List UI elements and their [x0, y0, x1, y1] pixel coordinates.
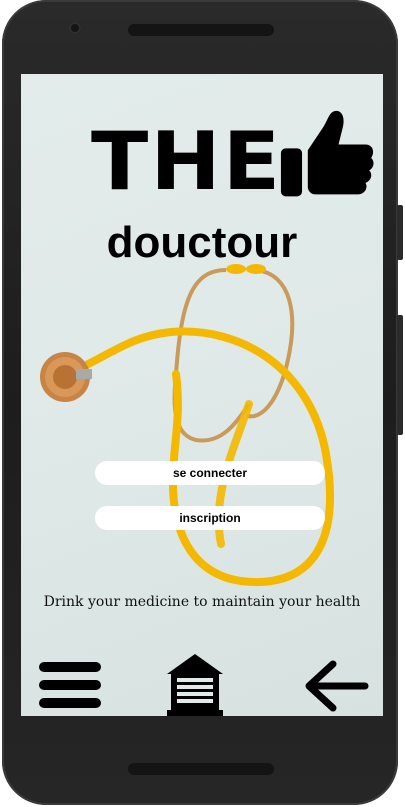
- front-camera: [69, 22, 81, 34]
- tagline-text: Drink your medicine to maintain your hea…: [43, 594, 361, 610]
- menu-icon[interactable]: [39, 660, 103, 712]
- phone-frame: THE douctour se connecter inscription Dr…: [2, 0, 403, 805]
- volume-button: [397, 205, 403, 260]
- earpiece-speaker: [128, 24, 274, 36]
- title-the-text: THE: [91, 115, 283, 208]
- app-screen: THE douctour se connecter inscription Dr…: [21, 74, 383, 716]
- bottom-speaker: [128, 763, 274, 775]
- login-button[interactable]: se connecter: [95, 461, 325, 485]
- signup-button[interactable]: inscription: [95, 506, 325, 530]
- home-icon[interactable]: [165, 652, 225, 716]
- app-title: THE: [91, 110, 381, 208]
- app-subtitle: douctour: [106, 218, 298, 267]
- back-arrow-icon[interactable]: [303, 658, 369, 714]
- power-button: [397, 315, 403, 435]
- thumbs-up-icon: [280, 110, 374, 197]
